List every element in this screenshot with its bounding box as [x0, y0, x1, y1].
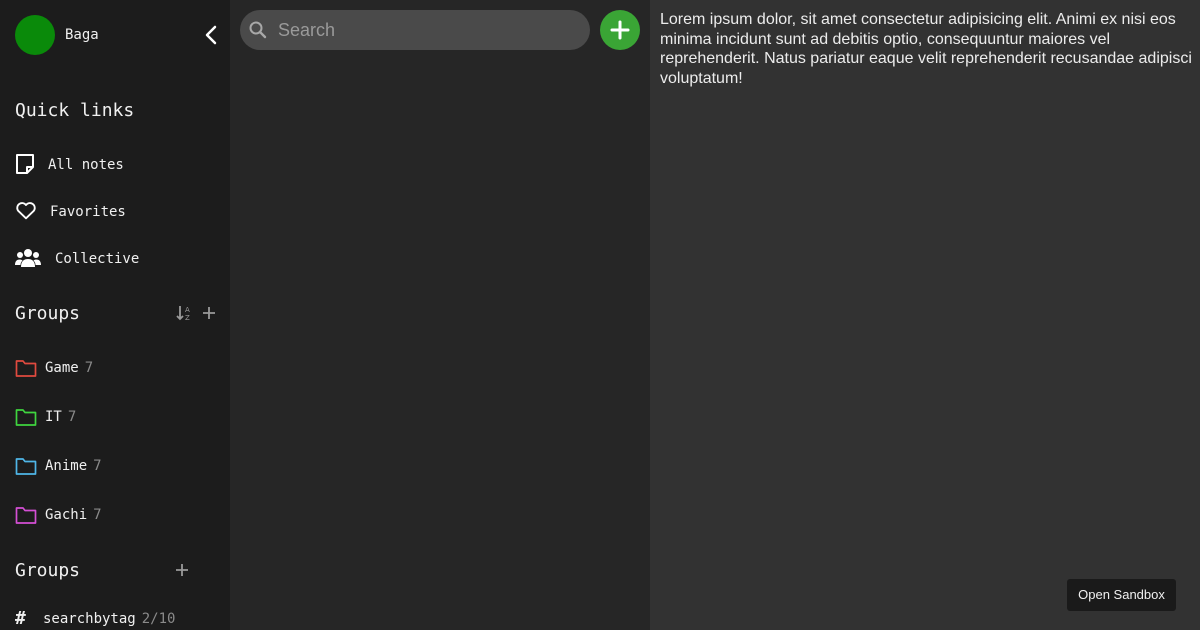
plus-icon	[610, 20, 630, 40]
notes-list-panel	[230, 0, 650, 630]
group-label: Game	[45, 360, 79, 376]
group-label: IT	[45, 409, 62, 425]
group-count: 7	[84, 360, 94, 376]
group-count: 7	[93, 507, 102, 523]
quick-link-collective[interactable]: Collective	[15, 247, 215, 271]
quick-link-label: Favorites	[50, 204, 126, 220]
add-group-button[interactable]	[199, 303, 219, 323]
sidebar: Baga Quick links All notes Favorites Col…	[0, 0, 230, 630]
note-editor[interactable]: Lorem ipsum dolor, sit amet consectetur …	[650, 0, 1200, 630]
group-item-it[interactable]: IT 7	[15, 406, 215, 428]
search-icon	[248, 20, 268, 40]
group-item-anime[interactable]: Anime 7	[15, 455, 215, 477]
tag-label: searchbytag	[43, 611, 136, 627]
quick-link-label: All notes	[48, 157, 124, 173]
quick-link-favorites[interactable]: Favorites	[15, 200, 215, 224]
group-label: Gachi	[45, 507, 88, 523]
note-icon	[15, 153, 41, 177]
profile[interactable]: Baga	[15, 15, 217, 55]
sort-icon: AZ	[176, 306, 190, 322]
tag-item-searchbytag[interactable]: # searchbytag 2/10	[15, 608, 215, 630]
groups-title: Groups	[15, 303, 81, 324]
heart-icon	[15, 200, 41, 224]
quick-link-all-notes[interactable]: All notes	[15, 153, 215, 177]
chevron-left-icon	[205, 25, 217, 45]
search-box[interactable]	[240, 10, 590, 50]
collapse-sidebar-button[interactable]	[200, 23, 224, 47]
folder-icon	[15, 455, 37, 477]
add-tag-button[interactable]	[172, 560, 192, 580]
quick-links-title: Quick links	[15, 100, 135, 121]
group-count: 7	[93, 458, 102, 474]
folder-icon	[15, 357, 37, 379]
group-count: 7	[67, 409, 77, 425]
plus-icon	[176, 564, 188, 576]
group-label: Anime	[45, 458, 88, 474]
open-sandbox-button[interactable]: Open Sandbox	[1067, 579, 1176, 611]
svg-text:Z: Z	[185, 314, 190, 322]
add-note-button[interactable]	[600, 10, 640, 50]
quick-link-label: Collective	[55, 251, 140, 267]
search-input[interactable]	[278, 10, 578, 50]
folder-icon	[15, 504, 37, 526]
users-icon	[15, 247, 41, 271]
tag-count: 2/10	[141, 611, 176, 627]
group-item-gachi[interactable]: Gachi 7	[15, 504, 215, 526]
group-item-game[interactable]: Game 7	[15, 357, 215, 379]
svg-text:A: A	[185, 306, 190, 314]
tags-title: Groups	[15, 560, 81, 581]
profile-name: Baga	[65, 27, 99, 43]
folder-icon	[15, 406, 37, 428]
avatar[interactable]	[15, 15, 55, 55]
plus-icon	[203, 307, 215, 319]
sort-groups-button[interactable]: AZ	[175, 303, 195, 323]
note-content[interactable]: Lorem ipsum dolor, sit amet consectetur …	[660, 10, 1195, 88]
hash-icon: #	[15, 608, 26, 629]
